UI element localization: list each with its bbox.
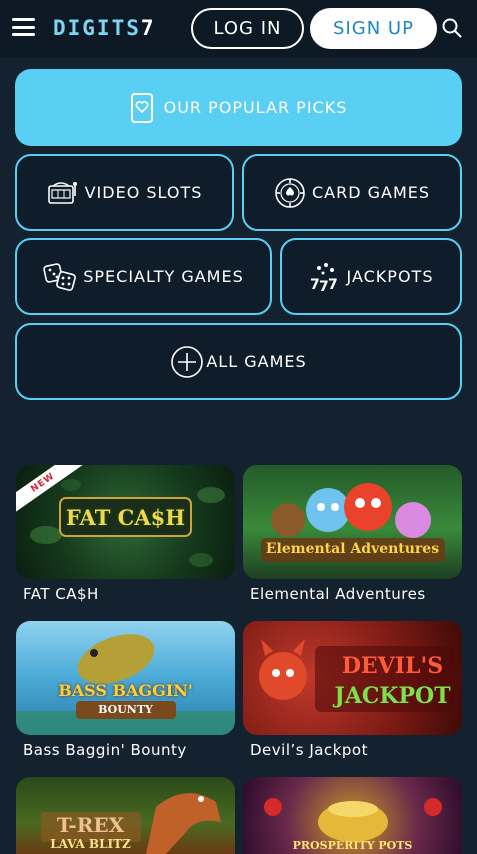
game-art-title: T-REX [56, 813, 125, 837]
video-slots-button[interactable]: VIDEO SLOTS [15, 154, 234, 231]
specialty-games-button[interactable]: SPECIALTY GAMES [15, 238, 272, 315]
game-art-title: FAT CA$H [65, 505, 186, 530]
logo-text: DIGITS [53, 16, 141, 40]
video-slots-label: VIDEO SLOTS [84, 183, 203, 202]
jackpots-label: JACKPOTS [346, 267, 434, 286]
all-games-label: ALL GAMES [206, 352, 307, 371]
triple-seven-icon: 7 7 7 [310, 262, 338, 293]
game-tile-t-rex-lava-blitz[interactable]: T-REX LAVA BLITZ [16, 777, 235, 854]
game-art-subtitle: JACKPOT [334, 683, 451, 709]
game-tile-bass-baggin-bounty[interactable]: BASS BAGGIN' BOUNTY Bass Baggin' Bounty [16, 621, 235, 759]
fish-decoration [16, 634, 235, 735]
game-art-subtitle: LAVA BLITZ [50, 837, 131, 851]
game-art-title: BASS BAGGIN' [58, 681, 193, 700]
game-art-title: DEVIL'S [341, 653, 444, 679]
slot-machine-icon [47, 181, 77, 204]
card-games-label: CARD GAMES [311, 183, 431, 202]
game-art-title: Elemental Adventures [265, 541, 440, 557]
game-thumbnail[interactable]: DEVIL'S JACKPOT [243, 621, 462, 735]
game-thumbnail[interactable]: PROSPERITY POTS [243, 777, 462, 854]
game-title[interactable]: FAT CA$H [23, 585, 99, 603]
game-tile-fat-cash[interactable]: FAT CA$H NEW FAT CA$H [16, 465, 235, 603]
game-title[interactable]: Devil’s Jackpot [250, 741, 368, 759]
dice-icon [43, 262, 77, 291]
popular-picks-button[interactable]: OUR POPULAR PICKS [15, 69, 462, 146]
poker-chip-icon [275, 177, 305, 208]
svg-text:7: 7 [328, 277, 338, 293]
phone-heart-icon [130, 92, 153, 123]
game-title[interactable]: Elemental Adventures [250, 585, 426, 603]
menu-icon[interactable] [12, 18, 35, 36]
all-games-button[interactable]: ALL GAMES [15, 323, 462, 400]
login-button[interactable]: LOG IN [191, 8, 304, 49]
game-tile-devils-jackpot[interactable]: DEVIL'S JACKPOT Devil’s Jackpot [243, 621, 462, 759]
game-thumbnail[interactable]: FAT CA$H NEW [16, 465, 235, 579]
site-logo[interactable]: DIGITS7 [53, 16, 156, 40]
specialty-games-label: SPECIALTY GAMES [83, 267, 244, 286]
logo-number: 7 [140, 16, 156, 40]
game-art-title: PROSPERITY POTS [292, 839, 413, 852]
jackpots-button[interactable]: 7 7 7 JACKPOTS [280, 238, 462, 315]
game-thumbnail[interactable]: BASS BAGGIN' BOUNTY [16, 621, 235, 735]
plus-circle-icon [171, 345, 204, 378]
search-icon[interactable] [442, 18, 462, 38]
game-art-subtitle: BOUNTY [98, 703, 153, 716]
game-thumbnail[interactable]: Elemental Adventures [243, 465, 462, 579]
signup-button[interactable]: SIGN UP [310, 8, 437, 49]
top-header: DIGITS7 LOG IN SIGN UP [0, 0, 477, 58]
game-tile-prosperity-pots[interactable]: PROSPERITY POTS [243, 777, 462, 854]
characters-decoration [261, 483, 445, 562]
game-title[interactable]: Bass Baggin' Bounty [23, 741, 187, 759]
card-games-button[interactable]: CARD GAMES [242, 154, 462, 231]
game-thumbnail[interactable]: T-REX LAVA BLITZ [16, 777, 235, 854]
game-tile-elemental-adventures[interactable]: Elemental Adventures Elemental Adventure… [243, 465, 462, 603]
popular-picks-label: OUR POPULAR PICKS [163, 98, 348, 117]
